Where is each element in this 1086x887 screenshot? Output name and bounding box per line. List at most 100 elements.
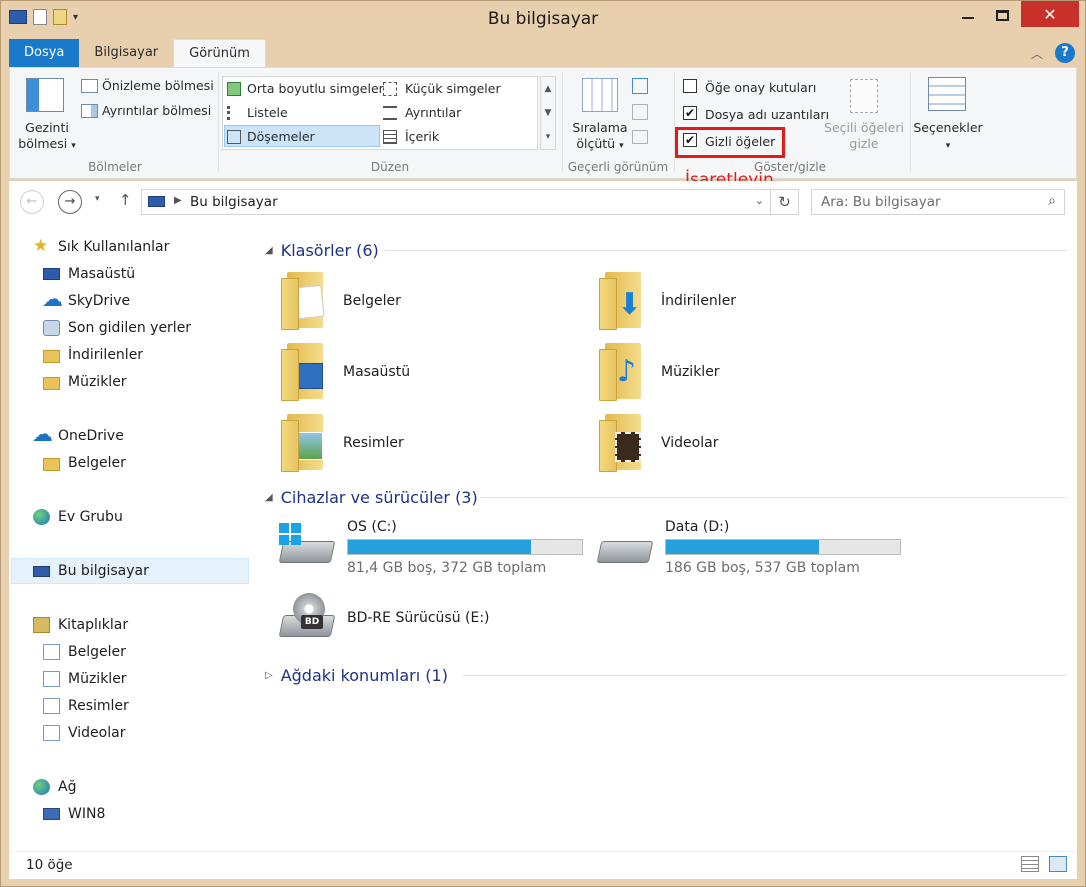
medium-icons-icon xyxy=(227,82,241,96)
folder-documents[interactable]: Belgeler xyxy=(281,269,401,333)
drive-e[interactable]: BD BD-RE Sürücüsü (E:) xyxy=(277,593,490,643)
maximize-button[interactable] xyxy=(987,1,1017,29)
title-bar[interactable]: ▾ Bu bilgisayar ✕ xyxy=(1,1,1085,39)
explorer-window: ▾ Bu bilgisayar ✕ Dosya Bilgisayar Görün… xyxy=(0,0,1086,887)
nav-favorites[interactable]: Sık Kullanılanlar xyxy=(33,235,169,259)
nav-library-videos[interactable]: Videolar xyxy=(43,721,125,745)
nav-libraries[interactable]: Kitaplıklar xyxy=(33,613,128,637)
breadcrumb-separator-icon[interactable]: ▶ xyxy=(174,195,182,206)
layout-details[interactable]: Ayrıntılar xyxy=(405,105,461,120)
folder-desktop[interactable]: Masaüstü xyxy=(281,340,410,404)
options-label: Seçenekler xyxy=(913,120,983,135)
drive-d[interactable]: Data (D:) 186 GB boş, 537 GB toplam xyxy=(595,519,901,576)
folder-videos[interactable]: Videolar xyxy=(599,411,718,475)
computer-icon xyxy=(33,565,50,577)
address-history-icon[interactable]: ⌄ xyxy=(755,194,764,207)
nav-desktop[interactable]: Masaüstü xyxy=(43,262,135,286)
collapse-icon: ◢ xyxy=(265,244,273,256)
layout-gallery-scroll[interactable]: ▲ ▼ ▾ xyxy=(540,76,556,150)
layout-medium-icons[interactable]: Orta boyutlu simgeler xyxy=(247,81,384,96)
nav-homegroup[interactable]: Ev Grubu xyxy=(33,505,123,529)
nav-this-pc[interactable]: Bu bilgisayar xyxy=(33,559,149,583)
back-button[interactable]: ← xyxy=(20,190,44,214)
minimize-button[interactable] xyxy=(953,1,983,29)
ribbon-separator xyxy=(218,72,219,172)
star-icon xyxy=(33,236,50,256)
folder-label: Müzikler xyxy=(661,364,720,380)
preview-pane-icon xyxy=(81,79,98,93)
drive-c[interactable]: OS (C:) 81,4 GB boş, 372 GB toplam xyxy=(277,519,583,576)
layout-tiles[interactable]: Döşemeler xyxy=(247,129,315,144)
size-columns-icon[interactable] xyxy=(632,130,648,144)
nav-music[interactable]: Müzikler xyxy=(43,370,127,394)
forward-button[interactable]: → xyxy=(58,190,82,214)
details-pane-button[interactable]: Ayrıntılar bölmesi xyxy=(102,103,211,118)
folder-music[interactable]: ♪ Müzikler xyxy=(599,340,720,404)
nav-label: WIN8 xyxy=(68,806,106,822)
layout-list[interactable]: Listele xyxy=(247,105,288,120)
nav-label: İndirilenler xyxy=(68,347,144,363)
options-button[interactable]: Seçenekler ▾ xyxy=(912,120,984,154)
tab-computer[interactable]: Bilgisayar xyxy=(79,39,173,67)
network-locations-section-header[interactable]: ▷ Ağdaki konumları (1) xyxy=(265,664,448,686)
address-bar[interactable]: ▶ Bu bilgisayar ⌄ xyxy=(141,189,771,215)
dropdown-arrow-icon: ▾ xyxy=(71,141,76,151)
folder-icon xyxy=(43,457,60,471)
collapse-ribbon-icon[interactable]: ︿ xyxy=(1031,45,1043,62)
content-icon xyxy=(383,130,397,144)
search-icon[interactable]: ⌕ xyxy=(1048,193,1056,209)
add-columns-icon[interactable] xyxy=(632,104,648,120)
search-box[interactable]: ⌕ xyxy=(811,189,1065,215)
nav-network[interactable]: Ağ xyxy=(33,775,76,799)
hide-selected-button[interactable]: Seçili öğeleri gizle xyxy=(822,120,906,152)
details-pane-icon xyxy=(81,104,98,118)
music-folder-icon xyxy=(43,376,60,390)
up-arrow-icon[interactable]: ↑ xyxy=(119,191,132,209)
nav-onedrive[interactable]: OneDrive xyxy=(32,422,124,448)
help-icon[interactable]: ? xyxy=(1055,43,1076,63)
breadcrumb[interactable]: Bu bilgisayar xyxy=(190,194,278,210)
recent-locations-icon[interactable]: ▾ xyxy=(95,194,100,204)
explorer-content: Sık Kullanılanlar Masaüstü SkyDrive Son … xyxy=(9,223,1077,851)
onedrive-icon xyxy=(32,422,53,446)
tab-file[interactable]: Dosya xyxy=(9,39,80,67)
close-button[interactable]: ✕ xyxy=(1021,1,1079,27)
nav-label: SkyDrive xyxy=(68,293,131,309)
tab-view[interactable]: Görünüm xyxy=(173,39,266,67)
devices-section-header[interactable]: ◢ Cihazlar ve sürücüler (3) xyxy=(265,486,478,508)
nav-onedrive-documents[interactable]: Belgeler xyxy=(43,451,126,475)
nav-label: Masaüstü xyxy=(68,266,136,282)
folders-section-header[interactable]: ◢ Klasörler (6) xyxy=(265,239,379,261)
downloads-folder-icon: ⬇ xyxy=(599,272,643,330)
nav-recent-places[interactable]: Son gidilen yerler xyxy=(43,316,191,340)
close-icon: ✕ xyxy=(1043,4,1057,24)
downloads-folder-icon xyxy=(43,349,60,363)
details-view-icon[interactable] xyxy=(1021,856,1039,872)
nav-library-pictures[interactable]: Resimler xyxy=(43,694,129,718)
nav-skydrive[interactable]: SkyDrive xyxy=(42,287,131,313)
item-checkboxes-checkbox[interactable] xyxy=(683,79,697,93)
file-extensions-checkbox[interactable]: ✔ xyxy=(683,106,697,120)
navigation-pane-icon xyxy=(26,78,64,112)
layout-content[interactable]: İçerik xyxy=(405,129,439,144)
layout-small-icons[interactable]: Küçük simgeler xyxy=(405,81,501,96)
nav-label: Müzikler xyxy=(68,374,127,390)
large-icons-view-icon[interactable] xyxy=(1049,856,1067,872)
group-by-icon[interactable] xyxy=(632,78,648,94)
nav-library-documents[interactable]: Belgeler xyxy=(43,640,126,664)
drive-name: Data (D:) xyxy=(665,519,730,535)
nav-network-win8[interactable]: WIN8 xyxy=(43,802,105,826)
ribbon-view: Gezinti bölmesi ▾ Önizleme bölmesi Ayrın… xyxy=(9,67,1077,179)
folder-pictures[interactable]: Resimler xyxy=(281,411,404,475)
disc-label: BD xyxy=(301,615,323,629)
folder-downloads[interactable]: ⬇ İndirilenler xyxy=(599,269,736,333)
preview-pane-button[interactable]: Önizleme bölmesi xyxy=(102,78,214,93)
search-input[interactable] xyxy=(812,190,1032,214)
music-folder-icon: ♪ xyxy=(599,343,643,401)
drive-usage-bar xyxy=(347,539,583,555)
sort-by-button[interactable]: Sıralama ölçütü ▾ xyxy=(570,120,630,154)
nav-library-music[interactable]: Müzikler xyxy=(43,667,127,691)
navigation-pane-button[interactable]: Gezinti bölmesi ▾ xyxy=(16,120,78,154)
refresh-button[interactable]: ↻ xyxy=(771,189,799,215)
nav-downloads[interactable]: İndirilenler xyxy=(43,343,143,367)
